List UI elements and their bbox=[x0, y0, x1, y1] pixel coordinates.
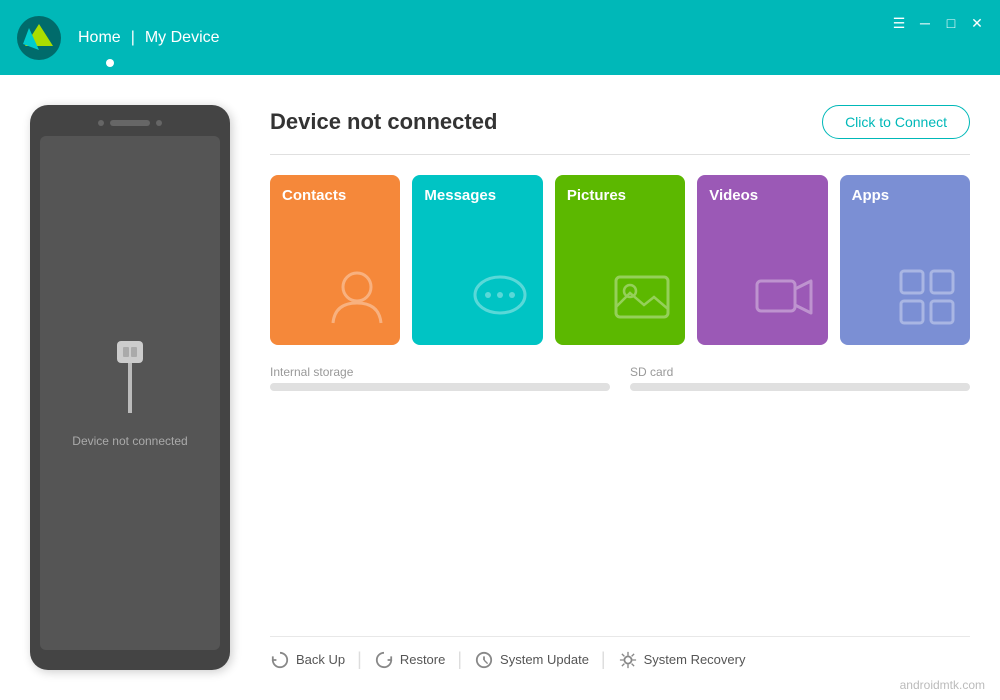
right-panel: Device not connected Click to Connect Co… bbox=[270, 105, 970, 670]
usb-icon bbox=[105, 339, 155, 419]
separator-3: | bbox=[601, 649, 606, 670]
device-status-label: Device not connected bbox=[270, 109, 497, 135]
restore-button[interactable]: Restore bbox=[374, 650, 446, 670]
status-row: Device not connected Click to Connect bbox=[270, 105, 970, 155]
pictures-label: Pictures bbox=[567, 187, 673, 204]
category-apps[interactable]: Apps bbox=[840, 175, 970, 345]
system-update-icon bbox=[474, 650, 494, 670]
system-recovery-button[interactable]: System Recovery bbox=[618, 650, 746, 670]
app-logo bbox=[15, 14, 63, 62]
header: Home | My Device ☰ ─ □ ✕ bbox=[0, 0, 1000, 75]
internal-storage: Internal storage bbox=[270, 365, 610, 391]
contacts-label: Contacts bbox=[282, 187, 388, 204]
backup-button[interactable]: Back Up bbox=[270, 650, 345, 670]
sdcard-storage: SD card bbox=[630, 365, 970, 391]
backup-icon bbox=[270, 650, 290, 670]
sdcard-storage-label: SD card bbox=[630, 365, 970, 379]
phone-bar bbox=[110, 120, 150, 126]
main-content: Device not connected Device not connecte… bbox=[0, 75, 1000, 700]
videos-label: Videos bbox=[709, 187, 815, 204]
system-update-label: System Update bbox=[500, 652, 589, 667]
phone-dot2 bbox=[156, 120, 162, 126]
window-controls: ☰ ─ □ ✕ bbox=[891, 15, 985, 31]
nav-separator: | bbox=[131, 29, 135, 47]
categories-row: Contacts Messages bbox=[270, 175, 970, 345]
watermark: androidmtk.com bbox=[900, 678, 985, 692]
category-contacts[interactable]: Contacts bbox=[270, 175, 400, 345]
videos-icon bbox=[753, 265, 818, 335]
phone-top-bar bbox=[98, 120, 162, 126]
menu-button[interactable]: ☰ bbox=[891, 15, 907, 31]
system-recovery-icon bbox=[618, 650, 638, 670]
phone-status-label: Device not connected bbox=[72, 434, 187, 448]
internal-storage-label: Internal storage bbox=[270, 365, 610, 379]
system-recovery-label: System Recovery bbox=[644, 652, 746, 667]
storage-bars: Internal storage SD card bbox=[270, 365, 970, 391]
phone-screen: Device not connected bbox=[40, 136, 220, 650]
nav-indicator bbox=[106, 59, 114, 67]
messages-label: Messages bbox=[424, 187, 530, 204]
separator-2: | bbox=[457, 649, 462, 670]
restore-icon bbox=[374, 650, 394, 670]
category-videos[interactable]: Videos bbox=[697, 175, 827, 345]
system-update-button[interactable]: System Update bbox=[474, 650, 589, 670]
backup-label: Back Up bbox=[296, 652, 345, 667]
apps-label: Apps bbox=[852, 187, 958, 204]
nav-mydevice[interactable]: My Device bbox=[145, 29, 220, 47]
sdcard-storage-bar-bg bbox=[630, 383, 970, 391]
minimize-button[interactable]: ─ bbox=[917, 15, 933, 31]
restore-label: Restore bbox=[400, 652, 446, 667]
phone-dot bbox=[98, 120, 104, 126]
category-messages[interactable]: Messages bbox=[412, 175, 542, 345]
close-button[interactable]: ✕ bbox=[969, 15, 985, 31]
messages-icon bbox=[468, 265, 533, 335]
apps-icon bbox=[895, 265, 960, 335]
bottom-toolbar: Back Up | Restore | bbox=[270, 636, 970, 670]
separator-1: | bbox=[357, 649, 362, 670]
storage-section: Internal storage SD card bbox=[270, 365, 970, 391]
nav-home[interactable]: Home bbox=[78, 29, 121, 47]
category-pictures[interactable]: Pictures bbox=[555, 175, 685, 345]
maximize-button[interactable]: □ bbox=[943, 15, 959, 31]
internal-storage-bar-bg bbox=[270, 383, 610, 391]
connect-button[interactable]: Click to Connect bbox=[822, 105, 970, 139]
contacts-icon bbox=[325, 265, 390, 335]
pictures-icon bbox=[610, 265, 675, 335]
phone-mockup: Device not connected bbox=[30, 105, 230, 670]
